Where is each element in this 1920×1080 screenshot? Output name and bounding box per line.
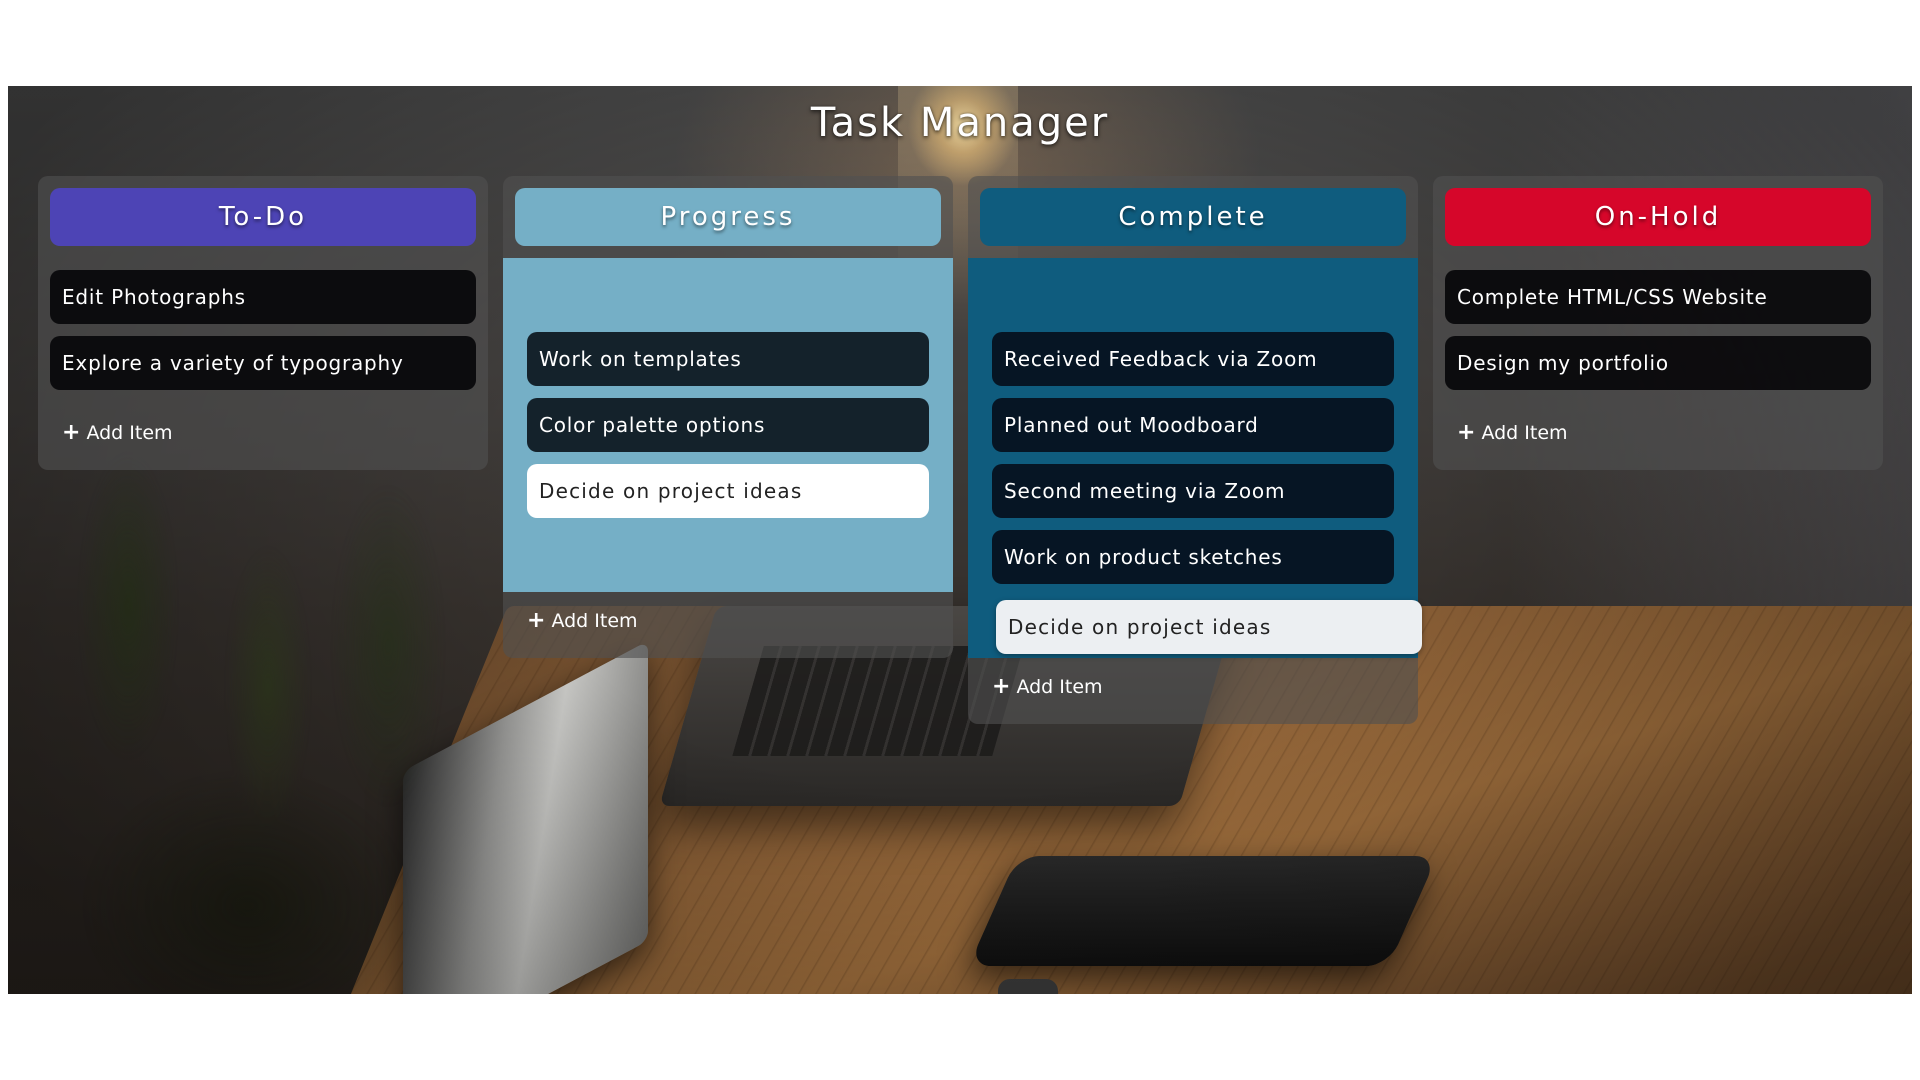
task-card[interactable]: Explore a variety of typography xyxy=(50,336,476,390)
plus-icon: + xyxy=(992,674,1011,699)
task-label: Second meeting via Zoom xyxy=(1004,479,1286,503)
column-complete: Complete Received Feedback via Zoom Plan… xyxy=(968,176,1422,724)
task-card[interactable]: Second meeting via Zoom xyxy=(992,464,1394,518)
smartphone xyxy=(968,856,1438,966)
task-label: Received Feedback via Zoom xyxy=(1004,347,1318,371)
task-card[interactable]: Planned out Moodboard xyxy=(992,398,1394,452)
task-label: Planned out Moodboard xyxy=(1004,413,1259,437)
task-label: Color palette options xyxy=(539,413,766,437)
task-card[interactable]: Work on templates xyxy=(527,332,929,386)
add-item-label: Add Item xyxy=(86,422,173,444)
add-item-label: Add Item xyxy=(551,610,638,632)
task-label: Edit Photographs xyxy=(62,285,246,309)
task-edit-input[interactable] xyxy=(996,600,1422,654)
task-label: Work on product sketches xyxy=(1004,545,1283,569)
task-edit-input[interactable] xyxy=(527,464,929,518)
column-title-onhold: On-Hold xyxy=(1594,202,1722,232)
add-item-button-progress[interactable]: + Add Item xyxy=(527,608,638,633)
add-item-button-onhold[interactable]: + Add Item xyxy=(1457,420,1568,445)
column-onhold: On-Hold Complete HTML/CSS Website Design… xyxy=(1433,176,1883,470)
task-label: Explore a variety of typography xyxy=(62,351,404,375)
add-item-label: Add Item xyxy=(1481,422,1568,444)
drop-zone-complete[interactable] xyxy=(968,258,1418,658)
add-item-button-complete[interactable]: + Add Item xyxy=(992,674,1103,699)
task-label: Complete HTML/CSS Website xyxy=(1457,285,1768,309)
task-card[interactable]: Received Feedback via Zoom xyxy=(992,332,1394,386)
task-card[interactable]: Design my portfolio xyxy=(1445,336,1871,390)
task-card[interactable]: Complete HTML/CSS Website xyxy=(1445,270,1871,324)
column-header-todo: To-Do xyxy=(50,188,476,246)
task-card[interactable]: Edit Photographs xyxy=(50,270,476,324)
column-header-progress: Progress xyxy=(515,188,941,246)
column-title-todo: To-Do xyxy=(218,202,308,232)
add-item-button-todo[interactable]: + Add Item xyxy=(62,420,173,445)
column-progress: Progress Work on templates Color palette… xyxy=(503,176,953,658)
app-title: Task Manager xyxy=(810,100,1110,146)
task-label: Work on templates xyxy=(539,347,742,371)
column-title-complete: Complete xyxy=(1118,202,1268,232)
task-card[interactable]: Color palette options xyxy=(527,398,929,452)
column-header-onhold: On-Hold xyxy=(1445,188,1871,246)
column-title-progress: Progress xyxy=(660,202,796,232)
plus-icon: + xyxy=(62,420,81,445)
add-item-label: Add Item xyxy=(1016,676,1103,698)
column-todo: To-Do Edit Photographs Explore a variety… xyxy=(38,176,488,470)
task-card[interactable]: Work on product sketches xyxy=(992,530,1394,584)
phone-camera xyxy=(998,979,1058,994)
plus-icon: + xyxy=(1457,420,1476,445)
speaker xyxy=(403,640,648,994)
column-header-complete: Complete xyxy=(980,188,1406,246)
task-label: Design my portfolio xyxy=(1457,351,1669,375)
plus-icon: + xyxy=(527,608,546,633)
